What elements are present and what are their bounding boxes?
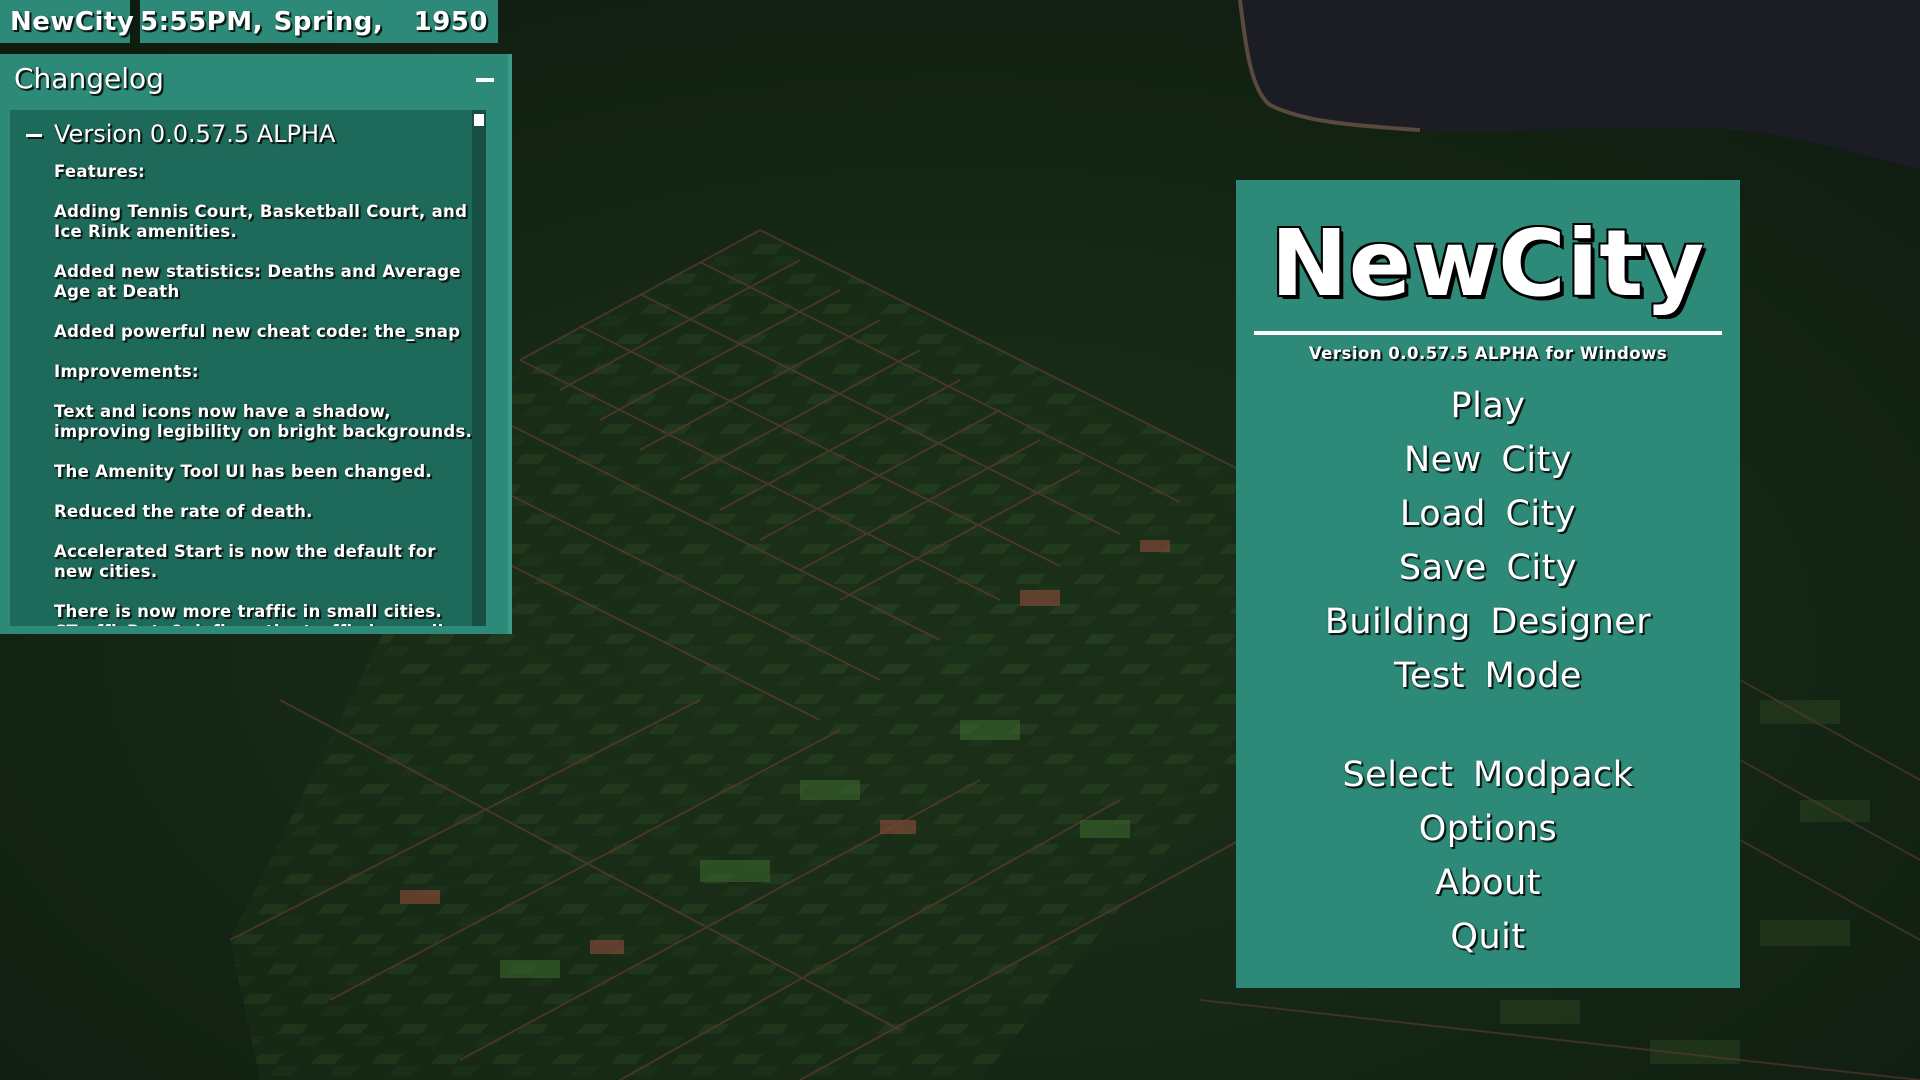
quit-button[interactable]: Quit bbox=[1236, 917, 1740, 957]
new-city-button[interactable]: New City bbox=[1236, 440, 1740, 480]
city-name: NewCity bbox=[10, 6, 135, 37]
changelog-entry: Added new statistics: Deaths and Average… bbox=[54, 262, 461, 301]
changelog-title: Changelog bbox=[14, 62, 164, 95]
divider bbox=[1254, 331, 1722, 335]
changelog-entry: Accelerated Start is now the default for… bbox=[54, 542, 436, 581]
changelog-entry: Improvements: bbox=[54, 362, 199, 381]
load-city-button[interactable]: Load City bbox=[1236, 494, 1740, 534]
changelog-entry: Text and icons now have a shadow, improv… bbox=[54, 402, 473, 441]
save-city-button[interactable]: Save City bbox=[1236, 548, 1740, 588]
play-button[interactable]: Play bbox=[1236, 386, 1740, 426]
changelog-entry: Adding Tennis Court, Basketball Court, a… bbox=[54, 202, 468, 241]
about-button[interactable]: About bbox=[1236, 863, 1740, 903]
version-text: Version 0.0.57.5 ALPHA for Windows bbox=[1308, 344, 1668, 363]
select-modpack-button[interactable]: Select Modpack bbox=[1236, 755, 1740, 795]
season-text: Spring, bbox=[273, 6, 384, 37]
game-logo: NewCity bbox=[1270, 210, 1706, 317]
changelog-scrollbar[interactable] bbox=[472, 110, 486, 626]
changelog-entry: There is now more traffic in small citie… bbox=[54, 602, 443, 626]
changelog-panel: Changelog Version 0.0.57.5 ALPHA Feature… bbox=[0, 54, 512, 634]
city-name-label: NewCity bbox=[0, 0, 134, 43]
changelog-entries: Features: Adding Tennis Court, Basketbal… bbox=[54, 162, 474, 626]
options-button[interactable]: Options bbox=[1236, 809, 1740, 849]
scrollbar-thumb[interactable] bbox=[474, 114, 484, 126]
changelog-entry: Added powerful new cheat code: the_snap bbox=[54, 322, 461, 341]
changelog-entry: Features: bbox=[54, 162, 146, 181]
main-menu-panel: NewCity Version 0.0.57.5 ALPHA for Windo… bbox=[1236, 180, 1740, 988]
year-text: 1950 bbox=[413, 6, 488, 37]
test-mode-button[interactable]: Test Mode bbox=[1236, 656, 1740, 696]
time-text: 5:55PM, bbox=[140, 6, 263, 37]
collapse-icon[interactable] bbox=[26, 133, 42, 137]
building-designer-button[interactable]: Building Designer bbox=[1236, 602, 1740, 642]
version-section-header[interactable]: Version 0.0.57.5 ALPHA bbox=[26, 120, 335, 148]
version-title-text: Version 0.0.57.5 ALPHA bbox=[54, 120, 336, 148]
game-viewport[interactable]: NewCity 5:55PM, Spring, 1950 Changelog V… bbox=[0, 0, 1920, 1080]
changelog-content[interactable]: Version 0.0.57.5 ALPHA Features: Adding … bbox=[10, 110, 486, 626]
changelog-entry: Reduced the rate of death. bbox=[54, 502, 313, 521]
changelog-entry: The Amenity Tool UI has been changed. bbox=[54, 462, 433, 481]
minus-icon[interactable] bbox=[476, 78, 494, 82]
changelog-scroll-area[interactable]: Version 0.0.57.5 ALPHA Features: Adding … bbox=[10, 110, 480, 626]
date-time-display: 5:55PM, Spring, 1950 bbox=[140, 0, 498, 43]
